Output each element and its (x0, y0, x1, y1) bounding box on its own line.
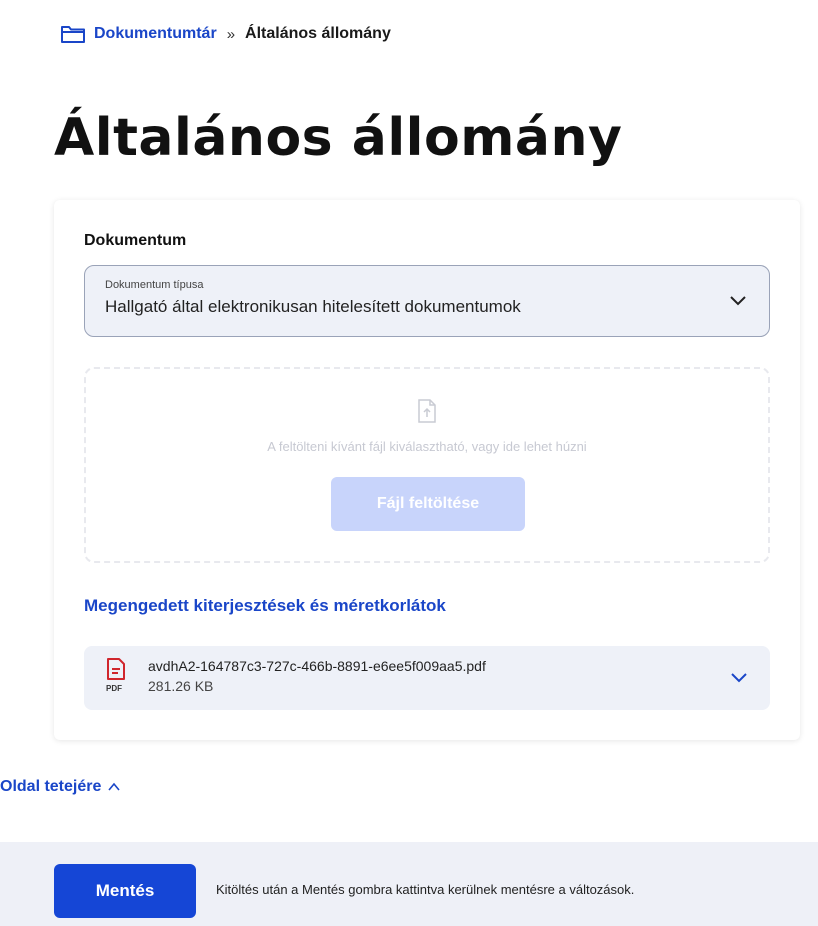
upload-hint: A feltölteni kívánt fájl kiválasztható, … (267, 439, 587, 454)
allowed-extensions-link[interactable]: Megengedett kiterjesztések és méretkorlá… (84, 596, 446, 616)
file-upload-icon (418, 399, 436, 423)
back-to-top-link[interactable]: Oldal tetejére (0, 778, 121, 796)
file-name: avdhA2-164787c3-727c-466b-8891-e6ee5f009… (148, 658, 486, 674)
page-title: Általános állomány (54, 108, 623, 168)
breadcrumb-root-link[interactable]: Dokumentumtár (94, 25, 217, 43)
pdf-label: PDF (106, 684, 122, 693)
chevron-up-icon (108, 782, 120, 791)
save-note: Kitöltés után a Mentés gombra kattintva … (216, 882, 635, 897)
document-type-label: Dokumentum típusa (105, 279, 204, 291)
breadcrumb-separator: » (226, 25, 236, 43)
section-label: Dokumentum (84, 232, 187, 249)
document-type-select[interactable]: Dokumentum típusa Hallgató által elektro… (84, 265, 770, 337)
file-dropzone[interactable]: A feltölteni kívánt fájl kiválasztható, … (84, 367, 770, 563)
save-button[interactable]: Mentés (54, 864, 196, 918)
back-to-top-label: Oldal tetejére (0, 778, 102, 795)
chevron-down-icon[interactable] (730, 669, 748, 687)
document-card: Dokumentum Dokumentum típusa Hallgató ál… (54, 200, 800, 740)
upload-file-button[interactable]: Fájl feltöltése (331, 477, 525, 531)
chevron-down-icon (730, 296, 746, 306)
breadcrumb-current: Általános állomány (245, 25, 391, 42)
uploaded-file-item[interactable]: PDF avdhA2-164787c3-727c-466b-8891-e6ee5… (84, 646, 770, 710)
pdf-file-icon (107, 658, 125, 680)
document-type-value: Hallgató által elektronikusan hitelesíte… (105, 297, 521, 316)
folder-icon (61, 26, 85, 43)
save-bar: Mentés Kitöltés után a Mentés gombra kat… (0, 842, 818, 926)
breadcrumb: Dokumentumtár » Általános állomány (60, 24, 391, 44)
file-size: 281.26 KB (148, 678, 214, 694)
